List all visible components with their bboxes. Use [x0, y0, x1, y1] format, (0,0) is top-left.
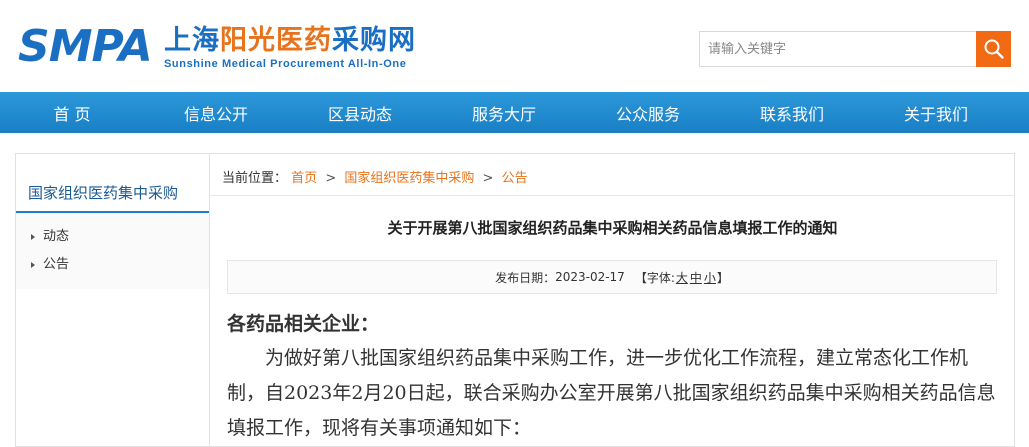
publish-date-label: 发布日期： [495, 270, 556, 285]
logo-english-name: Sunshine Medical Procurement All-In-One [164, 58, 407, 70]
nav-item-service-hall[interactable]: 服务大厅 [432, 92, 576, 133]
breadcrumb: 当前位置： 首页 > 国家组织医药集中采购 > 公告 [222, 167, 528, 186]
sidebar-title: 国家组织医药集中采购 [16, 154, 209, 213]
main-content: 当前位置： 首页 > 国家组织医药集中采购 > 公告 关于开展第八批国家组织药品… [210, 153, 1015, 447]
site-logo[interactable]: SMPA 上海阳光医药采购网 Sunshine Medical Procurem… [18, 24, 438, 74]
sidebar-item-label: 公告 [43, 257, 70, 272]
article-greeting: 各药品相关企业： [227, 313, 380, 335]
publish-date: 2023-02-17 [555, 270, 625, 284]
search-input[interactable] [699, 31, 976, 67]
sidebar-list: 动态 公告 [16, 213, 209, 289]
search-icon [984, 39, 1004, 59]
font-size-label: 【字体: [634, 270, 675, 285]
divider [210, 195, 1014, 196]
nav-item-info-disclosure[interactable]: 信息公开 [144, 92, 288, 133]
logo-smpa-text: SMPA [18, 21, 153, 72]
breadcrumb-prefix: 当前位置： [222, 171, 288, 186]
breadcrumb-separator: > [482, 171, 494, 186]
breadcrumb-link-category[interactable]: 国家组织医药集中采购 [344, 171, 474, 186]
article-title: 关于开展第八批国家组织药品集中采购相关药品信息填报工作的通知 [387, 219, 838, 237]
font-size-bracket: 】 [716, 270, 729, 285]
sidebar-item-label: 动态 [43, 229, 70, 244]
sidebar-item-news[interactable]: 动态 [16, 223, 209, 251]
main-nav: 首 页 信息公开 区县动态 服务大厅 公众服务 联系我们 关于我们 [0, 92, 1029, 133]
article-meta: 发布日期： 2023-02-17 【字体: 大 中 小 】 [227, 260, 997, 294]
font-size-large-link[interactable]: 大 [676, 269, 688, 286]
nav-item-home[interactable]: 首 页 [0, 92, 144, 133]
nav-item-about-us[interactable]: 关于我们 [864, 92, 1008, 133]
logo-chinese-name: 上海阳光医药采购网 [164, 25, 416, 56]
font-size-medium-link[interactable]: 中 [690, 269, 702, 286]
breadcrumb-separator: > [325, 171, 337, 186]
sidebar-item-announcements[interactable]: 公告 [16, 251, 209, 279]
nav-item-public-service[interactable]: 公众服务 [576, 92, 720, 133]
font-size-small-link[interactable]: 小 [704, 269, 716, 286]
search-button[interactable] [976, 31, 1011, 67]
search-bar [699, 31, 1011, 67]
breadcrumb-link-current[interactable]: 公告 [502, 171, 528, 186]
nav-item-contact-us[interactable]: 联系我们 [720, 92, 864, 133]
site-header: SMPA 上海阳光医药采购网 Sunshine Medical Procurem… [0, 0, 1029, 92]
sidebar: 国家组织医药集中采购 动态 公告 [15, 153, 210, 447]
arrow-right-icon [31, 234, 35, 240]
breadcrumb-link-home[interactable]: 首页 [291, 171, 317, 186]
arrow-right-icon [31, 262, 35, 268]
nav-item-district-news[interactable]: 区县动态 [288, 92, 432, 133]
article-paragraph: 为做好第八批国家组织药品集中采购工作，进一步优化工作流程，建立常态化工作机制，自… [227, 347, 996, 439]
